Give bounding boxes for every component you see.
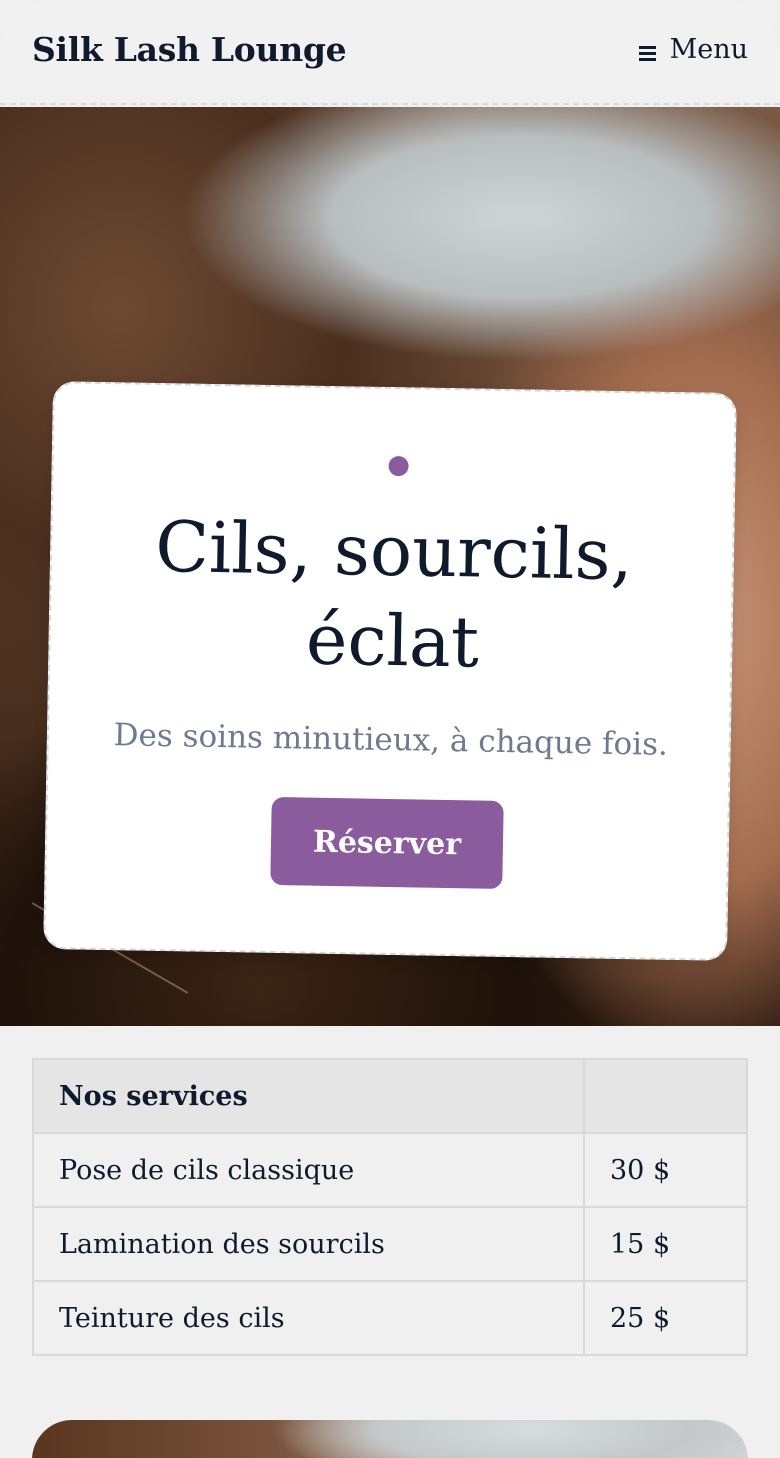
services-header: Nos services (32, 1058, 585, 1134)
table-row: Pose de cils classique 30 $ (32, 1132, 748, 1208)
hero-section: Cils, sourcils, éclat Des soins minutieu… (0, 107, 780, 1026)
table-header-row: Nos services (32, 1058, 748, 1134)
book-button[interactable]: Réserver (270, 796, 504, 889)
service-name: Teinture des cils (32, 1280, 585, 1356)
site-header: Silk Lash Lounge Menu (0, 0, 780, 105)
brand-logo[interactable]: Silk Lash Lounge (32, 30, 347, 69)
service-price: 30 $ (583, 1132, 748, 1208)
menu-label: Menu (669, 34, 748, 65)
next-section-image (32, 1420, 748, 1458)
service-name: Lamination des sourcils (32, 1206, 585, 1282)
service-price: 15 $ (583, 1206, 748, 1282)
menu-button[interactable]: Menu (638, 34, 748, 65)
hero-card: Cils, sourcils, éclat Des soins minutieu… (43, 381, 737, 961)
hero-subtitle: Des soins minutieux, à chaque fois. (113, 717, 669, 763)
services-table: Nos services Pose de cils classique 30 $… (32, 1058, 748, 1356)
service-name: Pose de cils classique (32, 1132, 585, 1208)
hero-title: Cils, sourcils, éclat (154, 505, 634, 684)
hamburger-icon (638, 45, 656, 61)
table-row: Lamination des sourcils 15 $ (32, 1206, 748, 1282)
page-frame: Silk Lash Lounge Menu Cils, sourcils, éc… (0, 0, 780, 1458)
table-row: Teinture des cils 25 $ (32, 1280, 748, 1356)
price-header (583, 1058, 748, 1134)
service-price: 25 $ (583, 1280, 748, 1356)
dot-icon (388, 455, 409, 477)
